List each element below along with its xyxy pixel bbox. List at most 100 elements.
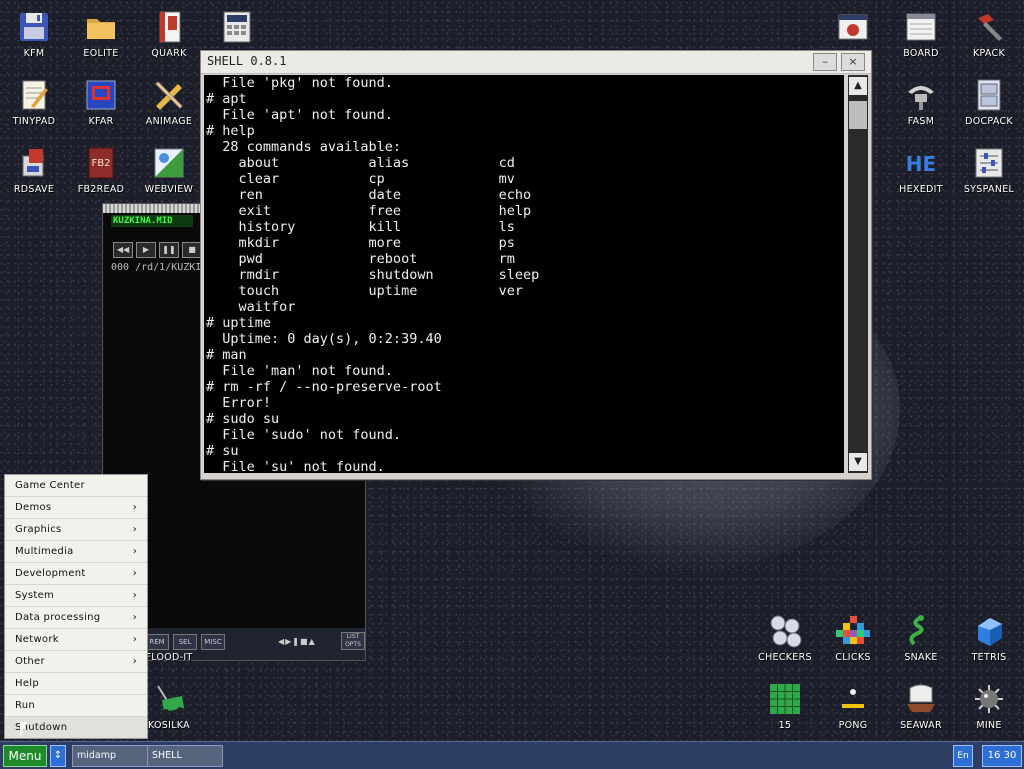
taskbar: Menu ↕ midamp SHELL En 16 30 bbox=[0, 741, 1024, 769]
checkers-icon bbox=[768, 614, 802, 648]
desktop-icon-calc[interactable] bbox=[203, 10, 271, 48]
snake-icon bbox=[904, 614, 938, 648]
sliders-icon bbox=[972, 146, 1006, 180]
mine-icon bbox=[972, 682, 1006, 716]
desktop-icon-seawar[interactable]: SEAWAR bbox=[887, 682, 955, 731]
midamp-playlist-item[interactable]: 000 /rd/1/KUZKI bbox=[111, 262, 201, 273]
desktop-icon-label: TINYPAD bbox=[12, 116, 56, 127]
tetris-icon bbox=[972, 614, 1006, 648]
minimize-button[interactable]: – bbox=[813, 53, 837, 71]
desktop-icon-label: TETRIS bbox=[971, 652, 1007, 663]
desktop-icon-fasm[interactable]: FASM bbox=[887, 78, 955, 127]
menu-item-other[interactable]: Other › bbox=[5, 650, 147, 672]
folder-icon bbox=[84, 10, 118, 44]
shell-titlebar[interactable]: SHELL 0.8.1 – × bbox=[201, 51, 871, 74]
terminal-text: File 'pkg' not found. # apt File 'apt' n… bbox=[206, 75, 540, 473]
menu-item-network[interactable]: Network › bbox=[5, 628, 147, 650]
fasm-icon bbox=[904, 78, 938, 112]
desktop-icon-label: SYSPANEL bbox=[963, 184, 1015, 195]
desktop-icon-kpack[interactable]: KPACK bbox=[955, 10, 1023, 59]
clicks-icon bbox=[836, 614, 870, 648]
desktop-icon-checkers[interactable]: CHECKERS bbox=[751, 614, 819, 663]
menu-item-label: Run bbox=[15, 700, 36, 711]
desktop-icon-docpack[interactable]: DOCPACK bbox=[955, 78, 1023, 127]
menu-item-multimedia[interactable]: Multimedia › bbox=[5, 540, 147, 562]
task-shell[interactable]: SHELL bbox=[147, 745, 223, 767]
shell-window[interactable]: SHELL 0.8.1 – × File 'pkg' not found. # … bbox=[200, 50, 872, 480]
scrollbar[interactable]: ▲ ▼ bbox=[848, 75, 868, 473]
desktop-icon-debug[interactable] bbox=[819, 10, 887, 48]
desktop-icon-kfm[interactable]: KFM bbox=[0, 10, 68, 59]
menu-item-game-center[interactable]: Game Center bbox=[5, 475, 147, 496]
sel-button[interactable]: SEL bbox=[173, 634, 197, 650]
desktop-icon-label: QUARK bbox=[151, 48, 187, 59]
scroll-thumb[interactable] bbox=[849, 101, 867, 129]
desktop-icon-pong[interactable]: PONG bbox=[819, 682, 887, 731]
close-button[interactable]: × bbox=[841, 53, 865, 71]
stop-button[interactable]: ■ bbox=[182, 242, 202, 258]
desktop-icon-tinypad[interactable]: TINYPAD bbox=[0, 78, 68, 127]
prev-button[interactable]: ◀◀ bbox=[113, 242, 133, 258]
svg-text:HE: HE bbox=[906, 152, 936, 176]
desktop-icon-rdsave[interactable]: RDSAVE bbox=[0, 146, 68, 195]
task-midamp[interactable]: midamp bbox=[72, 745, 148, 767]
grid-15-icon bbox=[768, 682, 802, 716]
desktop-icon-quark[interactable]: QUARK bbox=[135, 10, 203, 59]
menu-item-label: Development bbox=[15, 568, 86, 579]
desktop-icon-15[interactable]: 15 bbox=[751, 682, 819, 731]
clock[interactable]: 16 30 bbox=[982, 745, 1022, 767]
transport-mini-icons[interactable]: ◀▶❚■▲ bbox=[278, 637, 316, 646]
fb2-book-icon: FB2 bbox=[84, 146, 118, 180]
rem-button[interactable]: REM bbox=[145, 634, 169, 650]
menu-item-graphics[interactable]: Graphics › bbox=[5, 518, 147, 540]
desktop-icon-snake[interactable]: SNAKE bbox=[887, 614, 955, 663]
pencil-ruler-icon bbox=[152, 78, 186, 112]
chevron-right-icon: › bbox=[132, 656, 137, 667]
rdsave-icon bbox=[17, 146, 51, 180]
menu-item-label: Demos bbox=[15, 502, 52, 513]
desktop-icon-clicks[interactable]: CLICKS bbox=[819, 614, 887, 663]
menu-item-help[interactable]: Help bbox=[5, 672, 147, 694]
desktop-icon-label: FASM bbox=[907, 116, 935, 127]
menu-item-label: Other bbox=[15, 656, 45, 667]
menu-item-label: System bbox=[15, 590, 55, 601]
desktop-icon-syspanel[interactable]: SYSPANEL bbox=[955, 146, 1023, 195]
desktop-icon-kfar[interactable]: KFAR bbox=[67, 78, 135, 127]
list-opts-button[interactable]: LIST OPTS bbox=[341, 632, 365, 650]
desktop-icon-label: DOCPACK bbox=[965, 116, 1013, 127]
switch-arrow-icon[interactable]: ↕ bbox=[50, 745, 66, 767]
menu-item-label: Multimedia bbox=[15, 546, 74, 557]
language-indicator[interactable]: En bbox=[953, 745, 973, 767]
desktop-icon-label: 15 bbox=[778, 720, 792, 731]
desktop-icon-tetris[interactable]: TETRIS bbox=[955, 614, 1023, 663]
menu-item-label: Network bbox=[15, 634, 59, 645]
start-menu: Game Center Demos › Graphics › Multimedia › Dev… bbox=[4, 474, 148, 739]
terminal-output[interactable]: File 'pkg' not found. # apt File 'apt' n… bbox=[204, 75, 844, 473]
play-button[interactable]: ▶ bbox=[136, 242, 156, 258]
desktop-icon-label: HEXEDIT bbox=[899, 184, 943, 195]
menu-item-data-processing[interactable]: Data processing › bbox=[5, 606, 147, 628]
desktop-icon-animage[interactable]: ANIMAGE bbox=[135, 78, 203, 127]
desktop-icon-board[interactable]: BOARD bbox=[887, 10, 955, 59]
menu-item-demos[interactable]: Demos › bbox=[5, 496, 147, 518]
desktop-icon-label: KFAR bbox=[88, 116, 114, 127]
menu-item-run[interactable]: Run bbox=[5, 694, 147, 716]
pause-button[interactable]: ❚❚ bbox=[159, 242, 179, 258]
desktop-icon-hexedit[interactable]: HE HEXEDIT bbox=[887, 146, 955, 195]
desktop-icon-mine[interactable]: MINE bbox=[955, 682, 1023, 731]
cabinet-icon bbox=[972, 78, 1006, 112]
desktop-icon-label: RDSAVE bbox=[13, 184, 55, 195]
menu-item-development[interactable]: Development › bbox=[5, 562, 147, 584]
scroll-down-icon[interactable]: ▼ bbox=[849, 453, 867, 471]
menu-button[interactable]: Menu bbox=[3, 745, 47, 767]
desktop-icon-label: SNAKE bbox=[904, 652, 938, 663]
scroll-up-icon[interactable]: ▲ bbox=[849, 77, 867, 95]
board-icon bbox=[904, 10, 938, 44]
misc-button[interactable]: MISC bbox=[201, 634, 225, 650]
midamp-song-title: KUZKINA.MID bbox=[111, 215, 193, 227]
desktop-icon-eolite[interactable]: EOLITE bbox=[67, 10, 135, 59]
menu-item-system[interactable]: System › bbox=[5, 584, 147, 606]
desktop-icon-fb2read[interactable]: FB2 FB2READ bbox=[67, 146, 135, 195]
kfar-icon bbox=[84, 78, 118, 112]
desktop-icon-webview[interactable]: WEBVIEW bbox=[135, 146, 203, 195]
